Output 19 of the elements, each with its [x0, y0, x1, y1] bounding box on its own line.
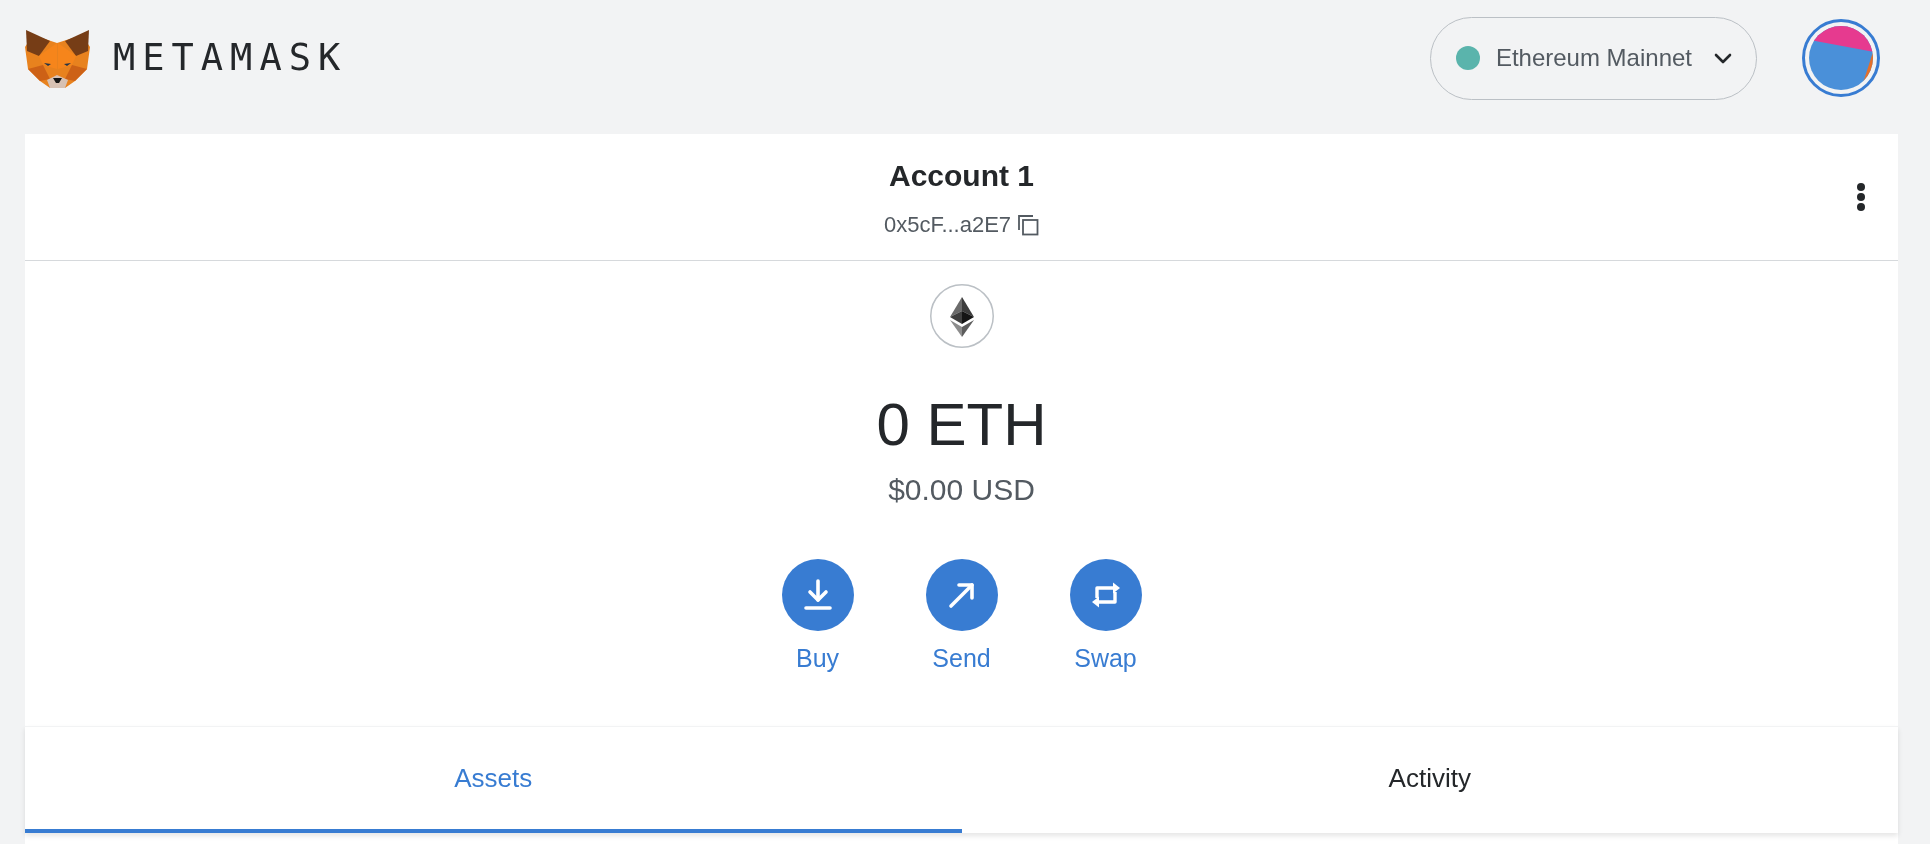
avatar-icon[interactable] [1802, 19, 1880, 97]
fox-logo-icon [25, 28, 90, 88]
account-address[interactable]: 0x5cF...a2E7 [883, 213, 1012, 237]
swap-button[interactable]: Swap [1055, 559, 1156, 672]
chevron-down-icon [1714, 52, 1732, 64]
swap-arrows-icon [1069, 559, 1142, 631]
fiat-balance: $0.00 USD [888, 472, 1035, 508]
status-dot-icon [1455, 46, 1480, 70]
tab[interactable]: Assets [25, 727, 962, 833]
download-icon [781, 559, 854, 631]
tab[interactable]: Activity [961, 727, 1898, 833]
account-name: Account 1 [889, 160, 1034, 192]
buy-button[interactable]: Buy [767, 559, 868, 672]
send-button[interactable]: Send [911, 559, 1012, 672]
copy-icon[interactable] [1017, 214, 1040, 236]
balance-amount: 0 ETH [876, 390, 1047, 460]
more-options-icon[interactable] [1856, 183, 1866, 211]
arrow-up-right-icon [925, 559, 998, 631]
brand-wordmark: METAMASK [113, 36, 348, 80]
